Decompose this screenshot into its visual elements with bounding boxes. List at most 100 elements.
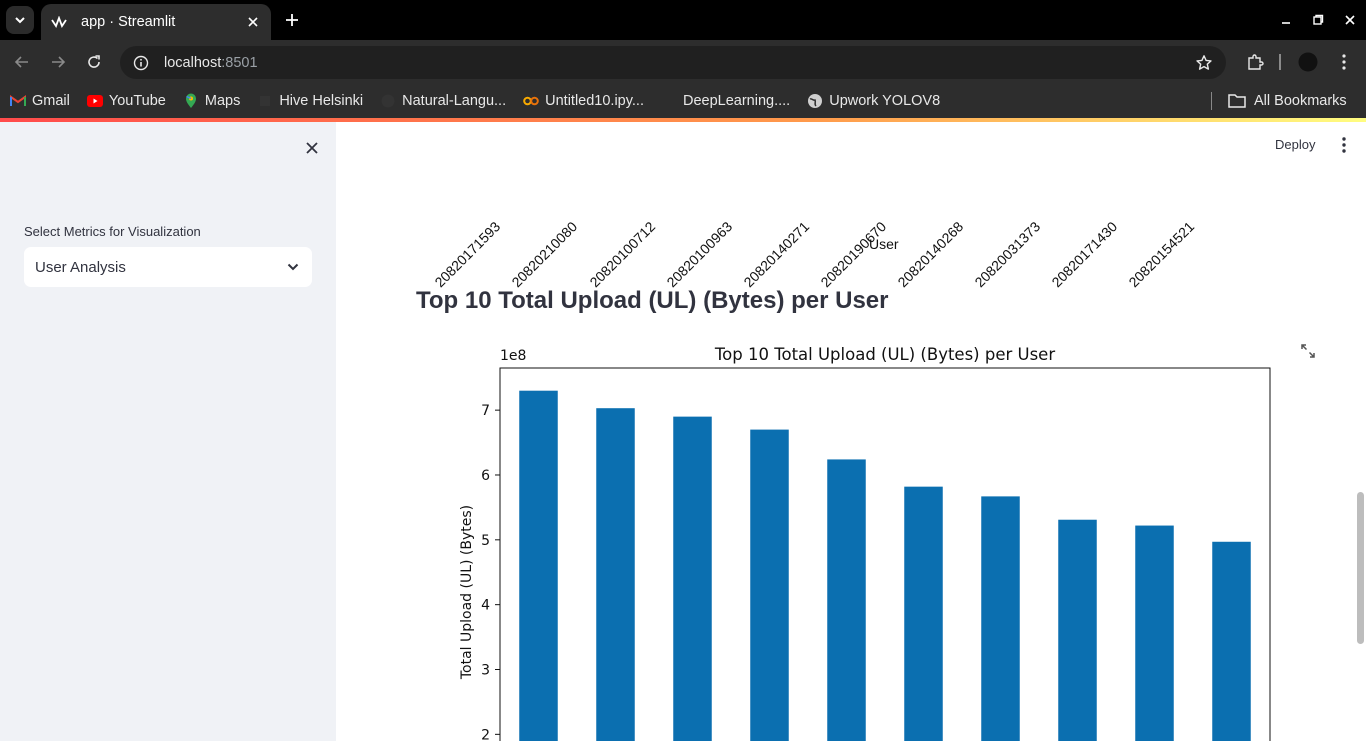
chart-bar — [827, 459, 866, 741]
url-text: localhost:8501 — [164, 55, 1194, 71]
xtick-label: 20820154521 — [1125, 218, 1198, 291]
profile-avatar[interactable] — [1296, 50, 1320, 74]
github-icon — [380, 93, 396, 109]
extensions-button[interactable] — [1243, 50, 1267, 74]
bookmark-label: Hive Helsinki — [279, 93, 364, 109]
close-tab-icon[interactable] — [245, 14, 261, 30]
address-bar[interactable]: localhost:8501 — [120, 46, 1226, 79]
url-host: localhost — [164, 54, 222, 71]
bookmark-label: Upwork YOLOV8 — [829, 93, 941, 109]
bookmark-youtube[interactable]: YouTube — [86, 93, 166, 109]
gmail-icon — [10, 93, 26, 109]
xtick-label: 20820210080 — [508, 218, 581, 291]
reload-button[interactable] — [82, 50, 106, 74]
page-scrollbar[interactable] — [1357, 492, 1364, 644]
puzzle-icon — [1248, 54, 1264, 70]
chart-bar — [1212, 541, 1251, 741]
browser-menu-button[interactable] — [1332, 50, 1356, 74]
close-icon — [1345, 15, 1355, 25]
chart-bar — [1058, 519, 1097, 741]
site-info-icon[interactable] — [132, 54, 150, 72]
url-port: :8501 — [221, 54, 258, 71]
bookmark-label: DeepLearning.... — [683, 93, 791, 109]
globe-icon — [807, 93, 823, 109]
hive-icon — [257, 93, 273, 109]
bookmark-maps[interactable]: Maps — [183, 93, 240, 109]
y-tick-label: 6 — [481, 468, 490, 484]
bookmark-label: Gmail — [32, 93, 70, 109]
previous-chart-xlabel: User — [869, 236, 899, 252]
xtick-label: 20820100712 — [585, 218, 658, 291]
y-tick-label: 2 — [481, 727, 490, 741]
all-bookmarks-label: All Bookmarks — [1254, 93, 1347, 109]
back-button[interactable] — [10, 50, 34, 74]
fullscreen-icon[interactable] — [1299, 342, 1317, 360]
forward-button[interactable] — [46, 50, 70, 74]
toolbar-divider — [1279, 54, 1281, 70]
bookmark-untitled10[interactable]: Untitled10.ipy... — [523, 93, 644, 109]
xtick-label: 20820171430 — [1048, 218, 1121, 291]
bookmark-star-icon[interactable] — [1194, 53, 1214, 73]
bookmark-label: Maps — [204, 93, 241, 109]
chart-bar — [596, 408, 635, 741]
xtick-label: 20820100963 — [663, 218, 735, 291]
minimize-icon — [1282, 22, 1290, 24]
avatar-icon — [1298, 52, 1318, 72]
y-axis-label: Total Upload (UL) (Bytes) — [459, 505, 475, 680]
metrics-select[interactable]: User Analysis — [24, 247, 312, 287]
new-tab-button[interactable] — [282, 10, 302, 30]
bookmarks-bar: Gmail YouTube Maps Hive Helsinki Natural… — [0, 84, 1366, 118]
plus-icon — [286, 14, 298, 26]
browser-toolbar: localhost:8501 — [0, 40, 1366, 84]
sidebar: Select Metrics for Visualization User An… — [0, 122, 336, 741]
bookmark-label: Untitled10.ipy... — [545, 93, 644, 109]
section-title: Top 10 Total Upload (UL) (Bytes) per Use… — [416, 287, 889, 314]
xtick-label: 20820031373 — [971, 218, 1044, 291]
more-vertical-icon — [1342, 54, 1346, 70]
restore-icon — [1313, 14, 1324, 25]
bookmark-upwork-yolov8[interactable]: Upwork YOLOV8 — [807, 93, 940, 109]
chart-title: Top 10 Total Upload (UL) (Bytes) per Use… — [714, 345, 1055, 364]
bookmark-hive-helsinki[interactable]: Hive Helsinki — [257, 93, 363, 109]
bookmark-natural-language[interactable]: Natural-Langu... — [380, 93, 506, 109]
xtick-label: 20820140271 — [740, 218, 813, 291]
blank-page-icon — [661, 93, 677, 109]
bookmark-deeplearning[interactable]: DeepLearning.... — [661, 93, 790, 109]
folder-icon — [1228, 93, 1246, 109]
xtick-label: 20820190670 — [817, 218, 890, 291]
tab-search-button[interactable] — [6, 6, 34, 34]
arrow-right-icon — [52, 56, 66, 68]
maps-icon — [183, 93, 199, 109]
window-controls — [1270, 0, 1366, 40]
streamlit-app: Select Metrics for Visualization User An… — [0, 122, 1366, 741]
close-sidebar-button[interactable] — [302, 138, 322, 158]
colab-icon — [523, 93, 539, 109]
bookmark-gmail[interactable]: Gmail — [10, 93, 70, 109]
chart-bar — [673, 416, 712, 741]
y-tick-label: 5 — [481, 533, 490, 549]
chart-bar — [519, 390, 558, 741]
bookmark-label: Natural-Langu... — [402, 93, 507, 109]
bookmark-label: YouTube — [108, 93, 166, 109]
tab-title: app · Streamlit — [81, 14, 176, 30]
chart-bar — [1135, 525, 1174, 741]
minimize-button[interactable] — [1270, 0, 1302, 40]
y-tick-label: 7 — [481, 403, 490, 419]
browser-tab[interactable]: app · Streamlit — [41, 4, 271, 40]
close-icon — [306, 142, 318, 154]
reload-icon — [88, 55, 100, 68]
browser-tab-bar: app · Streamlit — [0, 0, 1366, 40]
chevron-down-icon — [15, 17, 25, 24]
youtube-icon — [86, 93, 103, 109]
xtick-label: 20820171593 — [431, 218, 504, 291]
chevron-down-icon — [285, 259, 301, 275]
arrow-left-icon — [14, 56, 28, 68]
y-tick-label: 4 — [481, 598, 490, 614]
select-label: Select Metrics for Visualization — [24, 224, 201, 239]
chart-bar — [750, 429, 789, 741]
chart-offset-text: 1e8 — [500, 348, 526, 364]
restore-button[interactable] — [1302, 0, 1334, 40]
all-bookmarks-button[interactable]: All Bookmarks — [1228, 84, 1347, 118]
y-tick-label: 3 — [481, 663, 490, 679]
close-window-button[interactable] — [1334, 0, 1366, 40]
